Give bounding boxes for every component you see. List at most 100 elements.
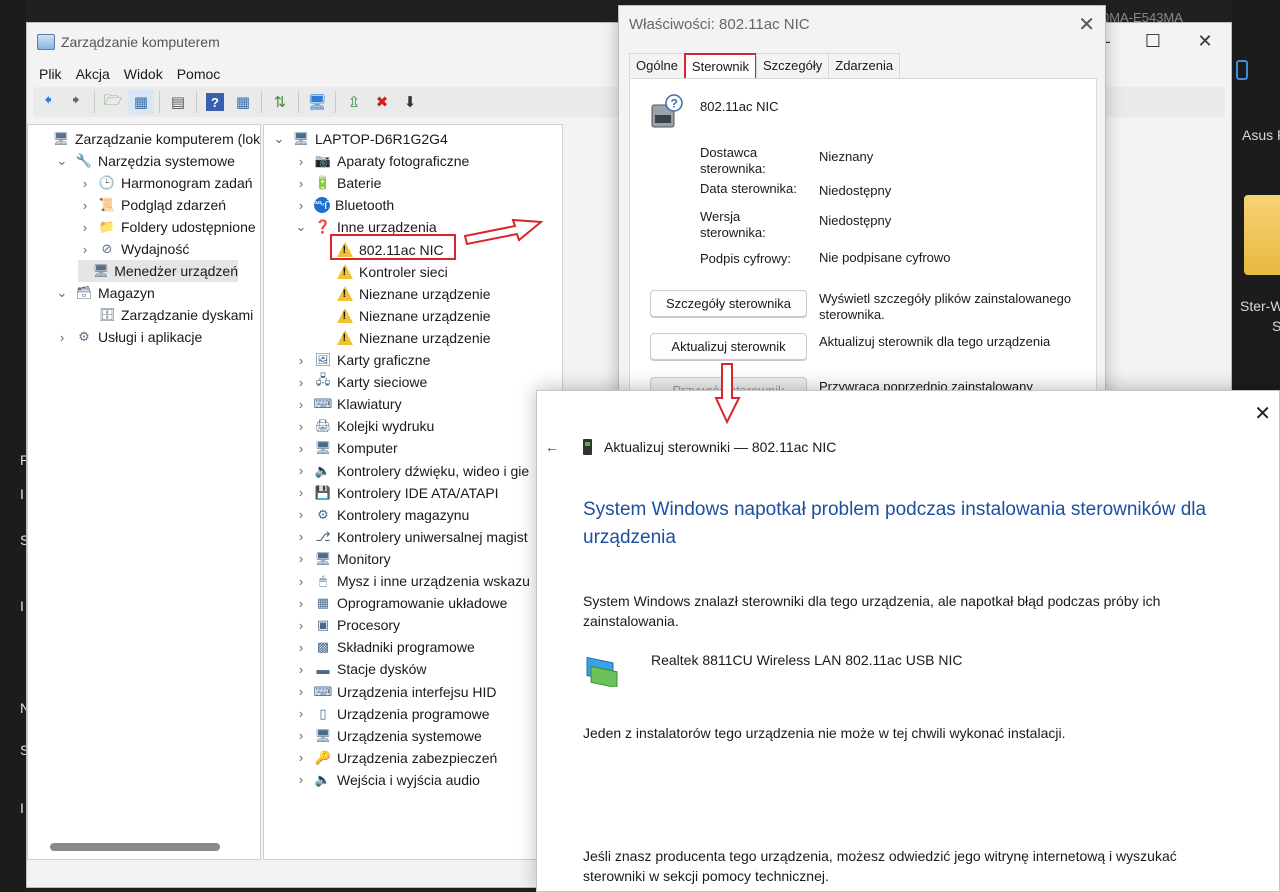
up-folder-icon[interactable]: 🗁	[100, 90, 126, 114]
show-hide-tree-icon[interactable]: ▦	[128, 90, 154, 114]
update-close-icon[interactable]: ✕	[1254, 401, 1271, 426]
device-tree-item[interactable]: › 🔈 Wejścia i wyjścia audio	[294, 769, 480, 791]
device-tree-item[interactable]: › ᙲ Bluetooth	[294, 194, 394, 216]
tree-item[interactable]: › 🕒 Harmonogram zadań	[78, 172, 253, 194]
device-tree-item[interactable]: › 💾 Kontrolery IDE ATA/ATAPI	[294, 482, 499, 504]
expand-chevron-icon[interactable]: ›	[294, 176, 308, 191]
expand-chevron-icon[interactable]: ›	[78, 198, 92, 213]
expand-chevron-icon[interactable]: ›	[294, 529, 308, 544]
menu-pomoc[interactable]: Pomoc	[171, 66, 227, 82]
expand-chevron-icon[interactable]: ›	[294, 353, 308, 368]
expand-chevron-icon[interactable]: ›	[294, 574, 308, 589]
tree-item[interactable]: › ⚙ Usługi i aplikacje	[55, 326, 202, 348]
expand-chevron-icon[interactable]: ›	[294, 618, 308, 633]
device-tree-item[interactable]: Nieznane urządzenie	[316, 327, 491, 349]
expand-chevron-icon[interactable]: ›	[294, 640, 308, 655]
download-icon[interactable]: ⬇	[397, 90, 423, 114]
expand-chevron-icon[interactable]: ›	[294, 507, 308, 522]
device-tree-item[interactable]: ⌄ 🖥 LAPTOP-D6R1G2G4	[272, 128, 448, 150]
device-tree-item[interactable]: › ⎇ Kontrolery uniwersalnej magist	[294, 526, 528, 548]
expand-chevron-icon[interactable]: ⌄	[294, 219, 308, 235]
device-tree-item[interactable]: › ▦ Oprogramowanie układowe	[294, 592, 508, 614]
device-tree-item[interactable]: › ▯ Urządzenia programowe	[294, 703, 490, 725]
device-tree-item[interactable]: › 📷 Aparaty fotograficzne	[294, 150, 469, 172]
driver-details-button[interactable]: Szczegóły sterownika	[650, 290, 807, 317]
expand-chevron-icon[interactable]: ⌄	[272, 131, 286, 147]
expand-chevron-icon[interactable]: ›	[294, 706, 308, 721]
device-tree-item[interactable]: › 🖥 Monitory	[294, 548, 391, 570]
expand-chevron-icon[interactable]: ›	[78, 220, 92, 235]
tree-item[interactable]: 🖥 Zarządzanie komputerem (lokal	[32, 128, 260, 150]
back-arrow-icon[interactable]: 🠸	[35, 90, 61, 114]
device-tree-item[interactable]: Nieznane urządzenie	[316, 283, 491, 305]
help-icon[interactable]: ?	[206, 93, 224, 111]
expand-chevron-icon[interactable]: ›	[294, 375, 308, 390]
expand-chevron-icon[interactable]: ›	[294, 198, 308, 213]
software-component-icon: ▩	[316, 639, 330, 655]
expand-chevron-icon[interactable]: ›	[294, 463, 308, 478]
expand-chevron-icon[interactable]: ›	[78, 176, 92, 191]
device-tree-item[interactable]: › 🔑 Urządzenia zabezpieczeń	[294, 747, 498, 769]
tree-item[interactable]: › 📜 Podgląd zdarzeń	[78, 194, 226, 216]
expand-chevron-icon[interactable]: ⌄	[55, 285, 69, 301]
device-tree-item[interactable]: Nieznane urządzenie	[316, 305, 491, 327]
menu-akcja[interactable]: Akcja	[70, 66, 116, 82]
close-button[interactable]: ✕	[1179, 23, 1231, 59]
tab-sterownik[interactable]: Sterownik	[683, 53, 757, 80]
expand-chevron-icon[interactable]: ›	[294, 662, 308, 677]
device-tree-item[interactable]: › 🖱 Mysz i inne urządzenia wskazu	[294, 570, 530, 592]
device-tree-item[interactable]: › 🖨 Kolejki wydruku	[294, 415, 434, 437]
device-tree-item[interactable]: › ▬ Stacje dysków	[294, 658, 427, 680]
expand-chevron-icon[interactable]: ⌄	[55, 153, 69, 169]
tree-item[interactable]: › ⊘ Wydajność	[78, 238, 190, 260]
properties-icon[interactable]: ▤	[165, 90, 191, 114]
scan-hardware-icon[interactable]: ⇅	[267, 90, 293, 114]
device-tree-item[interactable]: › 🖥 Komputer	[294, 437, 398, 459]
update-driver-icon[interactable]: ⇫	[341, 90, 367, 114]
menu-plik[interactable]: Plik	[33, 66, 68, 82]
expand-chevron-icon[interactable]: ›	[294, 728, 308, 743]
update-driver-button[interactable]: Aktualizuj sterownik	[650, 333, 807, 360]
expand-chevron-icon[interactable]: ›	[294, 551, 308, 566]
expand-chevron-icon[interactable]: ›	[55, 330, 69, 345]
monitor-icon[interactable]: 🖥	[304, 90, 330, 114]
expand-chevron-icon[interactable]: ›	[294, 772, 308, 787]
properties-close-icon[interactable]: ✕	[1078, 12, 1095, 37]
expand-chevron-icon[interactable]: ›	[294, 441, 308, 456]
forward-arrow-icon[interactable]: 🠺	[63, 90, 89, 114]
tab-ogolne[interactable]: Ogólne	[629, 53, 685, 80]
device-tree-item[interactable]: › ⌨ Klawiatury	[294, 393, 402, 415]
tree-item[interactable]: 🖥 Menedżer urządzeń	[78, 260, 238, 282]
device-tree-item[interactable]: › ⌨ Urządzenia interfejsu HID	[294, 681, 497, 703]
device-tree-item[interactable]: › 🖼 Karty graficzne	[294, 349, 431, 371]
device-tree-item[interactable]: Kontroler sieci	[316, 261, 448, 283]
expand-chevron-icon[interactable]: ›	[294, 397, 308, 412]
expand-chevron-icon[interactable]: ›	[78, 242, 92, 257]
device-tree-item[interactable]: › 🔋 Baterie	[294, 172, 382, 194]
expand-chevron-icon[interactable]: ›	[294, 485, 308, 500]
tab-zdarzenia[interactable]: Zdarzenia	[828, 53, 901, 80]
tree-item[interactable]: ⌄ 🗃 Magazyn	[55, 282, 155, 304]
uninstall-icon[interactable]: ✖	[369, 90, 395, 114]
expand-chevron-icon[interactable]: ›	[294, 154, 308, 169]
view-icon[interactable]: ▦	[230, 90, 256, 114]
device-tree-item[interactable]: › ▩ Składniki programowe	[294, 636, 475, 658]
expand-chevron-icon[interactable]: ›	[294, 750, 308, 765]
device-tree-item[interactable]: › ⚙ Kontrolery magazynu	[294, 504, 469, 526]
maximize-button[interactable]: ☐	[1127, 23, 1179, 59]
device-tree-item[interactable]: › 🔈 Kontrolery dźwięku, wideo i gie	[294, 460, 529, 482]
device-tree-item[interactable]: › ▣ Procesory	[294, 614, 400, 636]
expand-chevron-icon[interactable]: ›	[294, 684, 308, 699]
tree-item[interactable]: 🗄 Zarządzanie dyskami	[78, 304, 254, 326]
tab-szczegoly[interactable]: Szczegóły	[756, 53, 830, 80]
tree-item[interactable]: ⌄ 🔧 Narzędzia systemowe	[55, 150, 235, 172]
back-arrow-icon[interactable]: ←	[545, 439, 559, 455]
device-tree-item[interactable]: › 🖥 Urządzenia systemowe	[294, 725, 482, 747]
menu-widok[interactable]: Widok	[118, 66, 169, 82]
processor-icon: ▣	[316, 617, 330, 633]
tree-item[interactable]: › 📁 Foldery udostępnione	[78, 216, 256, 238]
device-tree-item[interactable]: › 🖧 Karty sieciowe	[294, 371, 427, 393]
expand-chevron-icon[interactable]: ›	[294, 596, 308, 611]
expand-chevron-icon[interactable]: ›	[294, 419, 308, 434]
horizontal-scrollbar[interactable]	[50, 843, 220, 851]
